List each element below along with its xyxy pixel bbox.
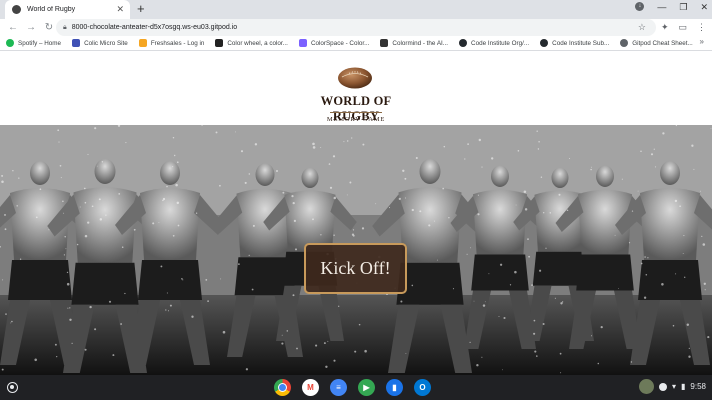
- logo-divider: [330, 112, 382, 113]
- bookmark-item[interactable]: Freshsales - Log in: [138, 39, 205, 47]
- bookmark-item[interactable]: Code Institute Sub...: [540, 39, 609, 47]
- bookmark-item[interactable]: Spotify – Home: [6, 39, 61, 47]
- rugby-ball-icon: [338, 67, 372, 89]
- url-text[interactable]: 8000-chocolate-anteater-d5x7osgq.ws-eu03…: [72, 24, 638, 31]
- bookmark-item[interactable]: Gitpod Cheat Sheet...: [620, 39, 693, 47]
- color-wheel-icon: [215, 39, 224, 47]
- bookmark-star-icon[interactable]: ☆: [638, 22, 646, 33]
- github-icon: [459, 39, 468, 47]
- browser-toolbar: ← → ↻ 🔒︎ 8000-chocolate-anteater-d5x7osg…: [0, 19, 712, 36]
- bookmark-label: Color wheel, a color...: [227, 39, 288, 47]
- site-logo[interactable]: WORLD OF RUGBY MEMORY GAME: [300, 62, 412, 124]
- spotify-icon: [6, 39, 14, 47]
- tab-strip: World of Rugby ✕ + ↓ — ❐ ✕: [0, 0, 712, 19]
- toolbar-actions: ✦ ▭ ⋮: [661, 19, 706, 36]
- clock: 9:58: [690, 382, 706, 391]
- account-avatar[interactable]: [639, 379, 654, 394]
- colormind-icon: [380, 39, 389, 47]
- bookmark-item[interactable]: Color wheel, a color...: [215, 39, 288, 47]
- gmail-app-icon[interactable]: M: [302, 379, 319, 396]
- github-icon: [540, 39, 549, 47]
- bookmark-label: Spotify – Home: [18, 39, 62, 47]
- tab-world-of-rugby[interactable]: World of Rugby ✕: [5, 0, 130, 19]
- back-button[interactable]: ←: [8, 22, 18, 33]
- new-tab-button[interactable]: +: [137, 1, 145, 16]
- restore-button[interactable]: ❐: [679, 2, 687, 13]
- bookmark-item[interactable]: Colormind - the AI...: [380, 39, 448, 47]
- bookmark-label: Code Institute Org/...: [471, 39, 530, 47]
- bookmark-label: Colic Micro Site: [84, 39, 128, 47]
- minimize-button[interactable]: —: [657, 2, 666, 13]
- pinned-apps: M ≡ ▶ ▮ O: [274, 379, 431, 396]
- files-app-icon[interactable]: ▮: [386, 379, 403, 396]
- chrome-app-icon[interactable]: [274, 379, 291, 396]
- bookmarks-overflow-button[interactable]: »: [700, 37, 704, 46]
- kick-off-button[interactable]: Kick Off!: [304, 243, 407, 294]
- logo-subtitle: MEMORY GAME: [326, 116, 386, 123]
- reload-button[interactable]: ↻: [44, 22, 54, 33]
- outlook-app-icon[interactable]: O: [414, 379, 431, 396]
- bookmark-item[interactable]: ColorSpace - Color...: [298, 39, 370, 47]
- bookmark-label: ColorSpace - Color...: [310, 39, 370, 47]
- close-window-button[interactable]: ✕: [700, 2, 708, 13]
- globe-icon: [620, 39, 629, 47]
- globe-icon: [12, 5, 21, 14]
- bookmark-label: Colormind - the AI...: [392, 39, 449, 47]
- play-store-app-icon[interactable]: ▶: [358, 379, 375, 396]
- bookmarks-bar: Spotify – Home Colic Micro Site Freshsales…: [0, 36, 712, 51]
- freshsales-icon: [138, 39, 147, 47]
- bookmark-item[interactable]: Colic Micro Site: [72, 39, 128, 47]
- window-controls: ↓ — ❐ ✕: [635, 2, 708, 13]
- bookmark-label: Code Institute Sub...: [552, 39, 610, 47]
- address-bar[interactable]: 🔒︎ 8000-chocolate-anteater-d5x7osgq.ws-e…: [56, 19, 656, 36]
- sidebar-icon[interactable]: ▭: [678, 22, 687, 33]
- lock-icon[interactable]: 🔒︎: [63, 24, 67, 32]
- launcher-button[interactable]: [7, 382, 18, 393]
- status-tray[interactable]: ▾ ▮ 9:58: [639, 379, 706, 394]
- battery-icon: ▮: [681, 382, 686, 391]
- tab-title: World of Rugby: [27, 6, 76, 13]
- bookmark-label: Freshsales - Log in: [150, 39, 205, 47]
- extensions-icon[interactable]: ✦: [661, 22, 669, 33]
- bookmark-label: Gitpod Cheat Sheet...: [632, 39, 693, 47]
- wifi-icon: ▾: [672, 382, 677, 391]
- docs-app-icon[interactable]: ≡: [330, 379, 347, 396]
- hero-image: Kick Off!: [0, 125, 712, 375]
- notification-icon: [659, 382, 667, 391]
- download-icon[interactable]: ↓: [635, 2, 645, 11]
- forward-button[interactable]: →: [26, 22, 36, 33]
- os-shelf: M ≡ ▶ ▮ O ▾ ▮ 9:58: [0, 375, 712, 400]
- colorspace-icon: [298, 39, 307, 47]
- bookmark-item[interactable]: Code Institute Org/...: [459, 39, 529, 47]
- close-icon[interactable]: ✕: [116, 4, 124, 15]
- page-content: WORLD OF RUGBY MEMORY GAME Kick Off!: [0, 52, 712, 375]
- page-icon: [72, 39, 81, 47]
- menu-icon[interactable]: ⋮: [697, 22, 706, 33]
